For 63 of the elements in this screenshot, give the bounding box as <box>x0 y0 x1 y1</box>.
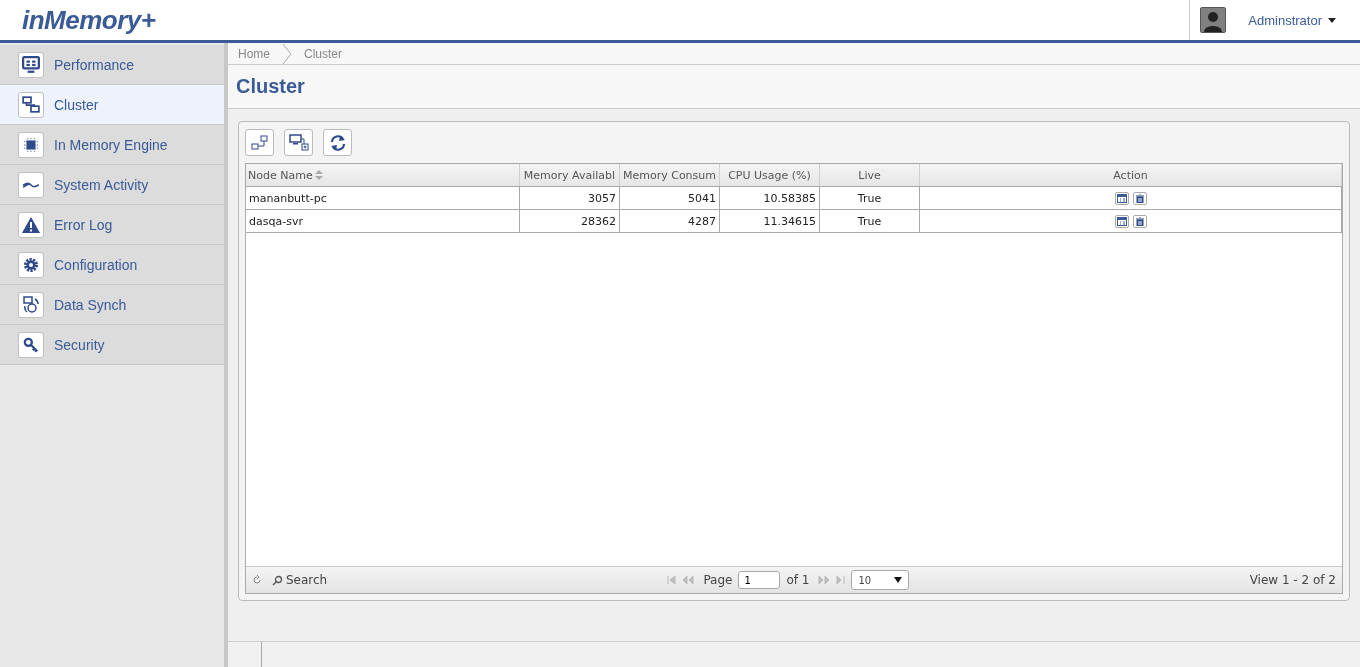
sidebar-item[interactable]: Performance <box>0 45 224 85</box>
column-header[interactable]: Action <box>920 164 1342 186</box>
sync-icon <box>23 296 39 313</box>
user-menu[interactable]: Adminstrator <box>1248 12 1336 28</box>
network-icon <box>22 96 40 113</box>
sidebar-item[interactable]: Configuration <box>0 245 224 285</box>
column-header[interactable]: Live <box>820 164 920 186</box>
breadcrumb-current: Cluster <box>304 46 343 61</box>
sidebar-item[interactable]: Security <box>0 325 224 365</box>
table-cell: 5041 <box>620 187 720 209</box>
search-icon <box>272 574 283 586</box>
network-icon <box>250 134 269 151</box>
add-node-button[interactable] <box>245 129 274 156</box>
caret-icon <box>1328 17 1336 23</box>
settings-icon <box>23 256 39 273</box>
table-cell: 11.34615 <box>720 210 820 232</box>
warning-icon <box>22 216 40 233</box>
chevron-icon <box>282 43 292 64</box>
page-input[interactable]: 1 <box>738 571 781 589</box>
list-icon <box>1116 216 1127 226</box>
details-button[interactable] <box>1114 191 1129 205</box>
table-cell: True <box>820 187 920 209</box>
breadcrumb-link[interactable]: Home <box>238 46 270 61</box>
page-size-select[interactable]: 10 <box>851 570 910 590</box>
table-cell: 4287 <box>620 210 720 232</box>
wave-icon <box>22 180 40 189</box>
refresh-icon[interactable] <box>252 575 262 585</box>
list-icon <box>1116 193 1127 203</box>
sidebar-item[interactable]: System Activity <box>0 165 224 205</box>
sidebar-item[interactable]: Cluster <box>0 85 224 125</box>
table-cell: 10.58385 <box>720 187 820 209</box>
column-header[interactable]: CPU Usage (%) <box>720 164 820 186</box>
page-label: Page <box>703 573 733 587</box>
table-cell: dasqa-svr <box>246 210 520 232</box>
sidebar-item[interactable]: In Memory Engine <box>0 125 224 165</box>
table-cell: 3057 <box>520 187 620 209</box>
chip-icon <box>23 136 39 153</box>
page-count: of 1 <box>786 573 810 587</box>
dropdown-arrow-icon <box>894 577 903 583</box>
column-header[interactable]: Node Name <box>246 164 520 186</box>
sidebar-item[interactable]: Error Log <box>0 205 224 245</box>
delete-button[interactable] <box>1132 214 1147 228</box>
trash-icon <box>1135 193 1144 203</box>
table-cell: mananbutt-pc <box>246 187 520 209</box>
key-icon <box>23 336 39 353</box>
refresh-icon <box>329 134 346 151</box>
column-header[interactable]: Memory Availabl <box>520 164 620 186</box>
trash-icon <box>1135 216 1144 226</box>
monitor-icon <box>22 55 40 74</box>
avatar-icon <box>1200 7 1227 33</box>
search-button[interactable]: Search <box>272 573 328 587</box>
add-server-button[interactable] <box>284 129 313 156</box>
sort-icon <box>314 170 323 180</box>
app-logo: inMemory+ <box>22 4 156 36</box>
record-count: View 1 - 2 of 2 <box>1249 573 1336 587</box>
refresh-button[interactable] <box>323 129 352 156</box>
details-button[interactable] <box>1114 214 1129 228</box>
column-header[interactable]: Memory Consum <box>620 164 720 186</box>
table-cell: 28362 <box>520 210 620 232</box>
table-cell: True <box>820 210 920 232</box>
monitor-plus-icon <box>288 134 309 151</box>
delete-button[interactable] <box>1132 191 1147 205</box>
sidebar-item[interactable]: Data Synch <box>0 285 224 325</box>
